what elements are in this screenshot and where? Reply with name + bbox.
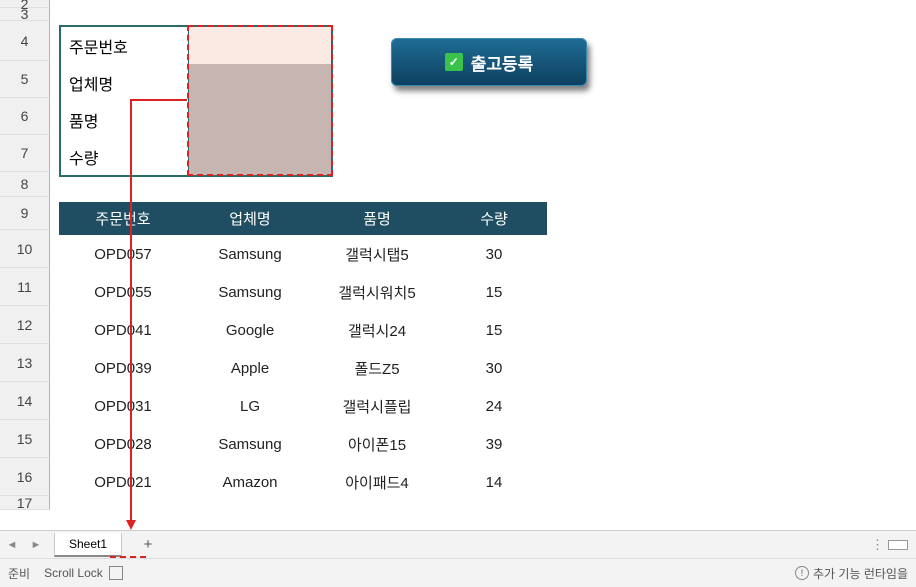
sheet-nav-prev[interactable]: ◄	[0, 533, 24, 557]
table-cell[interactable]: 15	[441, 311, 547, 349]
table-cell[interactable]: LG	[187, 387, 313, 425]
horizontal-scrollbar[interactable]	[888, 540, 908, 550]
accessibility-icon[interactable]	[109, 566, 123, 580]
table-cell[interactable]: OPD057	[59, 235, 187, 273]
table-row[interactable]: OPD028Samsung아이폰1539	[59, 425, 547, 463]
table-row[interactable]: OPD041Google갤럭시2415	[59, 311, 547, 349]
sheet-tab-1[interactable]: Sheet1	[54, 533, 122, 557]
check-icon: ✓	[445, 53, 463, 71]
table-cell[interactable]: Samsung	[187, 235, 313, 273]
th-company[interactable]: 업체명	[187, 202, 313, 235]
status-bar: 준비 Scroll Lock ! 추가 기능 런타임을	[0, 558, 916, 587]
row-header[interactable]: 9	[0, 197, 50, 230]
form-cell-company[interactable]	[189, 64, 331, 101]
status-scroll-lock: Scroll Lock	[44, 566, 103, 580]
form-label-company: 업체명	[61, 64, 189, 101]
row-header[interactable]: 4	[0, 21, 50, 61]
table-cell[interactable]: 24	[441, 387, 547, 425]
form-label-product: 품명	[61, 101, 189, 138]
form-label-order: 주문번호	[61, 27, 189, 64]
table-cell[interactable]: 15	[441, 273, 547, 311]
row-header[interactable]: 3	[0, 8, 50, 21]
data-table: 주문번호 업체명 품명 수량 OPD057Samsung갤럭시탭530OPD05…	[59, 202, 547, 501]
row-header[interactable]: 10	[0, 230, 50, 268]
form-cell-qty[interactable]	[189, 138, 331, 175]
tab-options-icon[interactable]: ⋮	[871, 537, 888, 553]
table-cell[interactable]: OPD039	[59, 349, 187, 387]
row-header[interactable]: 15	[0, 420, 50, 458]
row-headers: 234567891011121314151617	[0, 0, 50, 510]
table-cell[interactable]: Google	[187, 311, 313, 349]
table-cell[interactable]: OPD028	[59, 425, 187, 463]
row-header[interactable]: 13	[0, 344, 50, 382]
table-cell[interactable]: 갤럭시탭5	[313, 235, 441, 273]
status-ready: 준비	[8, 565, 30, 582]
table-row[interactable]: OPD057Samsung갤럭시탭530	[59, 235, 547, 273]
row-header[interactable]: 6	[0, 98, 50, 135]
sheet-nav-next[interactable]: ►	[24, 533, 48, 557]
form-cell-product[interactable]	[189, 101, 331, 138]
table-cell[interactable]: 14	[441, 463, 547, 501]
th-product[interactable]: 품명	[313, 202, 441, 235]
table-cell[interactable]: Amazon	[187, 463, 313, 501]
table-cell[interactable]: 39	[441, 425, 547, 463]
table-cell[interactable]: 폴드Z5	[313, 349, 441, 387]
table-cell[interactable]: OPD021	[59, 463, 187, 501]
sheet-tab-bar: ◄ ► Sheet1 + ⋮	[0, 530, 916, 558]
grid-body[interactable]: 주문번호 업체명 품명 수량 ✓ 출고등록 주문번호 업	[50, 0, 916, 530]
table-cell[interactable]: OPD031	[59, 387, 187, 425]
table-cell[interactable]: 갤럭시워치5	[313, 273, 441, 311]
row-header[interactable]: 7	[0, 135, 50, 172]
table-row[interactable]: OPD021Amazon아이패드414	[59, 463, 547, 501]
row-header[interactable]: 8	[0, 172, 50, 197]
runtime-icon: !	[795, 566, 809, 580]
table-cell[interactable]: 아이폰15	[313, 425, 441, 463]
table-cell[interactable]: Apple	[187, 349, 313, 387]
row-header[interactable]: 12	[0, 306, 50, 344]
add-sheet-button[interactable]: +	[134, 536, 162, 553]
table-cell[interactable]: 갤럭시24	[313, 311, 441, 349]
th-qty[interactable]: 수량	[441, 202, 547, 235]
table-cell[interactable]: 30	[441, 349, 547, 387]
table-header-row: 주문번호 업체명 품명 수량	[59, 202, 547, 235]
row-header[interactable]: 5	[0, 61, 50, 98]
table-cell[interactable]: OPD041	[59, 311, 187, 349]
register-button-label: 출고등록	[471, 50, 534, 75]
table-row[interactable]: OPD031LG갤럭시플립24	[59, 387, 547, 425]
table-cell[interactable]: OPD055	[59, 273, 187, 311]
form-cell-order[interactable]	[189, 27, 331, 64]
form-label-qty: 수량	[61, 138, 189, 175]
table-cell[interactable]: 30	[441, 235, 547, 273]
row-header[interactable]: 14	[0, 382, 50, 420]
table-cell[interactable]: 아이패드4	[313, 463, 441, 501]
table-row[interactable]: OPD039Apple폴드Z530	[59, 349, 547, 387]
status-runtime: 추가 기능 런타임을	[813, 565, 908, 582]
table-cell[interactable]: Samsung	[187, 425, 313, 463]
spreadsheet-grid: 234567891011121314151617 주문번호 업체명 품명 수량 …	[0, 0, 916, 530]
th-order[interactable]: 주문번호	[59, 202, 187, 235]
table-row[interactable]: OPD055Samsung갤럭시워치515	[59, 273, 547, 311]
row-header[interactable]: 11	[0, 268, 50, 306]
row-header[interactable]: 16	[0, 458, 50, 496]
table-cell[interactable]: 갤럭시플립	[313, 387, 441, 425]
table-cell[interactable]: Samsung	[187, 273, 313, 311]
register-button[interactable]: ✓ 출고등록	[391, 38, 587, 86]
form-block: 주문번호 업체명 품명 수량	[59, 25, 333, 177]
row-header[interactable]: 17	[0, 496, 50, 510]
